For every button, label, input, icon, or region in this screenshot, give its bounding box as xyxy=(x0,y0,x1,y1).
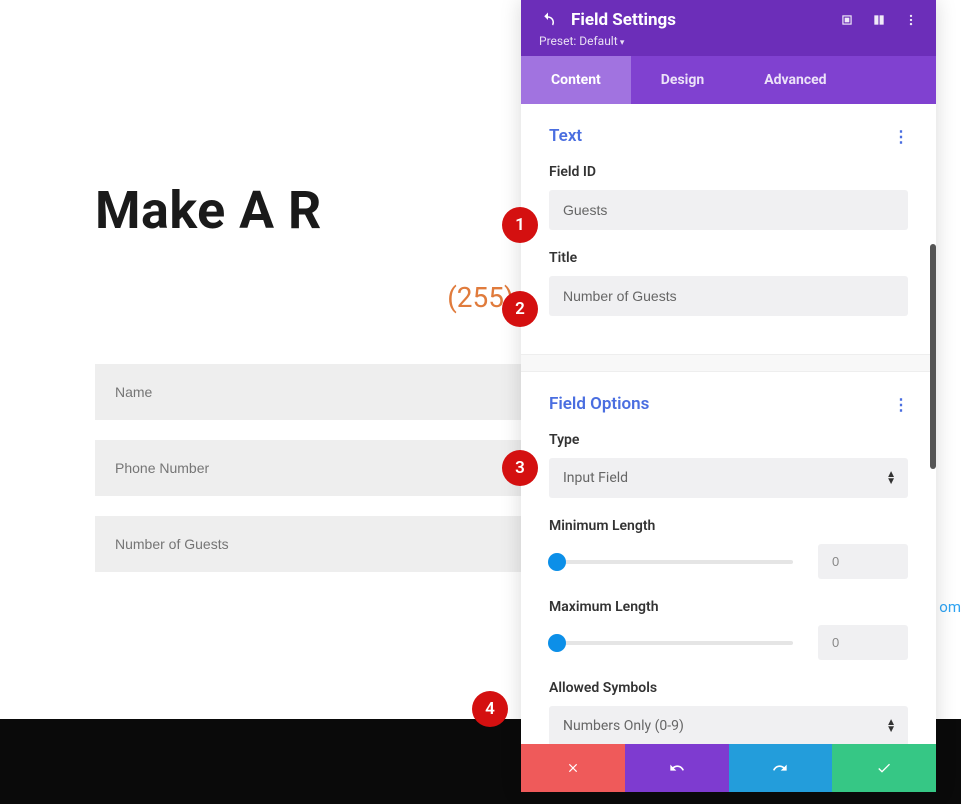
expand-icon[interactable] xyxy=(840,13,854,27)
footer-actions xyxy=(521,744,936,792)
min-length-slider[interactable] xyxy=(549,560,793,564)
layout-icon[interactable] xyxy=(872,13,886,27)
redo-button[interactable] xyxy=(729,744,833,792)
tab-design[interactable]: Design xyxy=(631,56,734,104)
more-icon[interactable] xyxy=(904,13,918,27)
text-section: Text ⋮ Field ID Title xyxy=(521,104,936,354)
symbols-label: Allowed Symbols xyxy=(549,680,908,696)
tabs: Content Design Advanced xyxy=(521,56,936,104)
annotation-badge-3: 3 xyxy=(502,450,538,486)
section-divider xyxy=(521,354,936,372)
options-section-menu-icon[interactable]: ⋮ xyxy=(893,395,908,414)
min-length-label: Minimum Length xyxy=(549,518,908,534)
panel-header: Field Settings Preset: Default xyxy=(521,0,936,56)
tab-content[interactable]: Content xyxy=(521,56,631,104)
symbols-select[interactable]: Numbers Only (0-9) xyxy=(549,706,908,744)
max-length-slider[interactable] xyxy=(549,641,793,645)
undo-button[interactable] xyxy=(625,744,729,792)
cancel-button[interactable] xyxy=(521,744,625,792)
back-icon[interactable] xyxy=(539,11,557,29)
annotation-badge-4: 4 xyxy=(472,691,508,727)
field-id-input[interactable] xyxy=(549,190,908,230)
undo-icon xyxy=(669,760,685,776)
slider-thumb[interactable] xyxy=(548,553,566,571)
check-icon xyxy=(876,760,892,776)
close-icon xyxy=(566,761,580,775)
max-length-value[interactable] xyxy=(818,625,908,660)
settings-panel: Field Settings Preset: Default Content D… xyxy=(521,0,936,792)
tab-advanced[interactable]: Advanced xyxy=(734,56,856,104)
redo-icon xyxy=(772,760,788,776)
annotation-badge-2: 2 xyxy=(502,291,538,327)
field-id-label: Field ID xyxy=(549,164,908,180)
scrollbar[interactable] xyxy=(930,244,936,469)
min-length-value[interactable] xyxy=(818,544,908,579)
panel-body: Text ⋮ Field ID Title Field Options ⋮ Ty… xyxy=(521,104,936,744)
truncated-link[interactable]: om xyxy=(939,598,961,616)
field-options-section: Field Options ⋮ Type Input Field ▲▼ Mini… xyxy=(521,372,936,744)
max-length-label: Maximum Length xyxy=(549,599,908,615)
save-button[interactable] xyxy=(832,744,936,792)
preset-dropdown[interactable]: Preset: Default xyxy=(539,34,918,48)
type-label: Type xyxy=(549,432,908,448)
title-label: Title xyxy=(549,250,908,266)
options-section-title: Field Options xyxy=(549,394,649,414)
text-section-title: Text xyxy=(549,126,582,146)
title-input[interactable] xyxy=(549,276,908,316)
slider-thumb[interactable] xyxy=(548,634,566,652)
panel-title: Field Settings xyxy=(571,10,826,30)
text-section-menu-icon[interactable]: ⋮ xyxy=(893,127,908,146)
type-select[interactable]: Input Field xyxy=(549,458,908,498)
annotation-badge-1: 1 xyxy=(502,207,538,243)
